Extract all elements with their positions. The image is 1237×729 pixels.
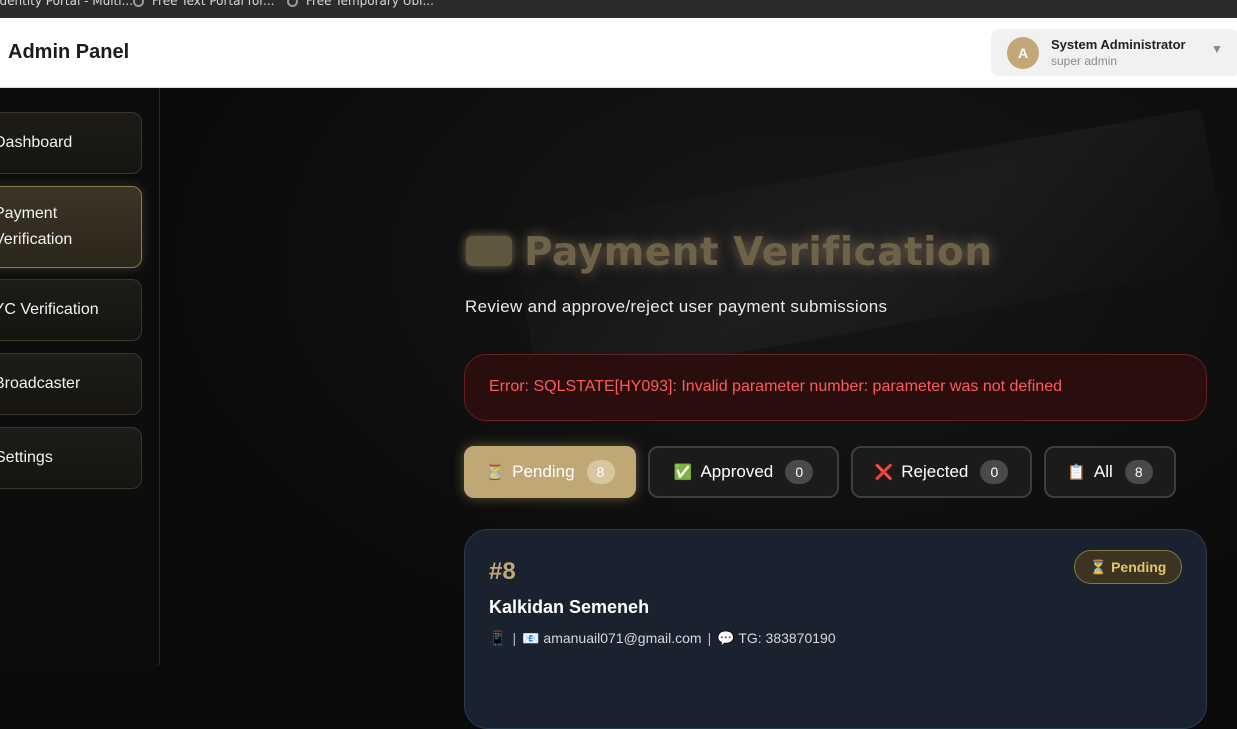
user-contact-info: 📱 | 📧 amanuail071@gmail.com | 💬 TG: 38387019… bbox=[489, 630, 836, 646]
sidebar-item-label: Settings bbox=[0, 449, 53, 466]
payment-card[interactable]: #8 Kalkidan Semeneh 📱 | 📧 amanuail071@gmai… bbox=[464, 529, 1207, 729]
status-badge: ⏳ Pending bbox=[1074, 550, 1182, 584]
globe-icon bbox=[287, 0, 298, 7]
tab-all[interactable]: 📋 All 8 bbox=[1044, 446, 1176, 498]
tab-rejected[interactable]: ❌ Rejected 0 bbox=[851, 446, 1032, 498]
top-header: Admin Panel A System Administrator super… bbox=[0, 18, 1237, 88]
page-title-text: Payment Verification bbox=[524, 230, 993, 275]
sidebar-item-dashboard[interactable]: Dashboard bbox=[0, 112, 142, 174]
telegram-id: TG: 383870190 bbox=[738, 630, 836, 646]
user-menu[interactable]: A System Administrator super admin ▼ bbox=[991, 29, 1237, 76]
count-badge: 0 bbox=[785, 460, 814, 484]
sidebar: Dashboard Payment Verification KYC Verif… bbox=[0, 88, 160, 665]
sidebar-item-payment-verification[interactable]: Payment Verification bbox=[0, 186, 142, 268]
bookmark-label: Free Text Portal for... bbox=[152, 0, 275, 8]
hourglass-icon: ⏳ bbox=[1089, 558, 1108, 575]
tab-label: Approved bbox=[700, 462, 774, 481]
bookmark-item[interactable]: Identity Portal - Multi... bbox=[0, 0, 133, 8]
sidebar-item-kyc-verification[interactable]: KYC Verification bbox=[0, 279, 142, 341]
tab-pending[interactable]: ⏳ Pending 8 bbox=[464, 446, 636, 498]
brand-title: Admin Panel bbox=[8, 41, 130, 63]
sidebar-item-label: KYC Verification bbox=[0, 301, 99, 318]
avatar: A bbox=[1007, 37, 1039, 69]
clipboard-icon: 📋 bbox=[1067, 464, 1086, 481]
sidebar-item-broadcaster[interactable]: Broadcaster bbox=[0, 353, 142, 415]
count-badge: 8 bbox=[586, 460, 615, 484]
sidebar-item-settings[interactable]: Settings bbox=[0, 427, 142, 489]
sidebar-item-label: Broadcaster bbox=[0, 375, 81, 392]
check-icon: ✅ bbox=[673, 464, 693, 481]
user-email: amanuail071@gmail.com bbox=[543, 630, 702, 646]
bookmark-item[interactable]: Free Temporary Ubi... bbox=[287, 0, 434, 8]
tab-label: Pending bbox=[512, 462, 575, 481]
globe-icon bbox=[133, 0, 144, 7]
hourglass-icon: ⏳ bbox=[485, 464, 505, 481]
tab-label: All bbox=[1093, 462, 1113, 481]
tab-label: Rejected bbox=[901, 462, 969, 481]
page-subtitle: Review and approve/reject user payment s… bbox=[465, 297, 888, 316]
page-title: Payment Verification bbox=[466, 230, 993, 280]
card-icon bbox=[466, 235, 512, 266]
count-badge: 0 bbox=[980, 460, 1009, 484]
chat-icon: 💬 bbox=[717, 630, 735, 646]
sidebar-item-label: Payment Verification bbox=[0, 205, 73, 248]
user-role: super admin bbox=[1051, 54, 1118, 68]
payment-id: #8 bbox=[489, 558, 516, 585]
email-icon: 📧 bbox=[522, 630, 540, 646]
error-message: Error: SQLSTATE[HY093]: Invalid paramete… bbox=[489, 378, 1062, 395]
sidebar-item-label: Dashboard bbox=[0, 134, 73, 151]
status-label: Pending bbox=[1111, 559, 1167, 575]
bookmark-item[interactable]: Free Text Portal for... bbox=[133, 0, 275, 8]
bookmarks-bar: Identity Portal - Multi... Free Text Por… bbox=[0, 0, 1237, 18]
user-name: System Administrator bbox=[1051, 37, 1186, 52]
user-full-name: Kalkidan Semeneh bbox=[489, 597, 650, 617]
chevron-down-icon[interactable]: ▼ bbox=[1211, 42, 1223, 56]
error-alert: Error: SQLSTATE[HY093]: Invalid paramete… bbox=[464, 354, 1207, 421]
count-badge: 8 bbox=[1124, 460, 1153, 484]
bookmark-label: Free Temporary Ubi... bbox=[306, 0, 434, 8]
tab-approved[interactable]: ✅ Approved 0 bbox=[648, 446, 839, 498]
cross-icon: ❌ bbox=[874, 464, 894, 481]
phone-icon: 📱 bbox=[489, 630, 507, 646]
